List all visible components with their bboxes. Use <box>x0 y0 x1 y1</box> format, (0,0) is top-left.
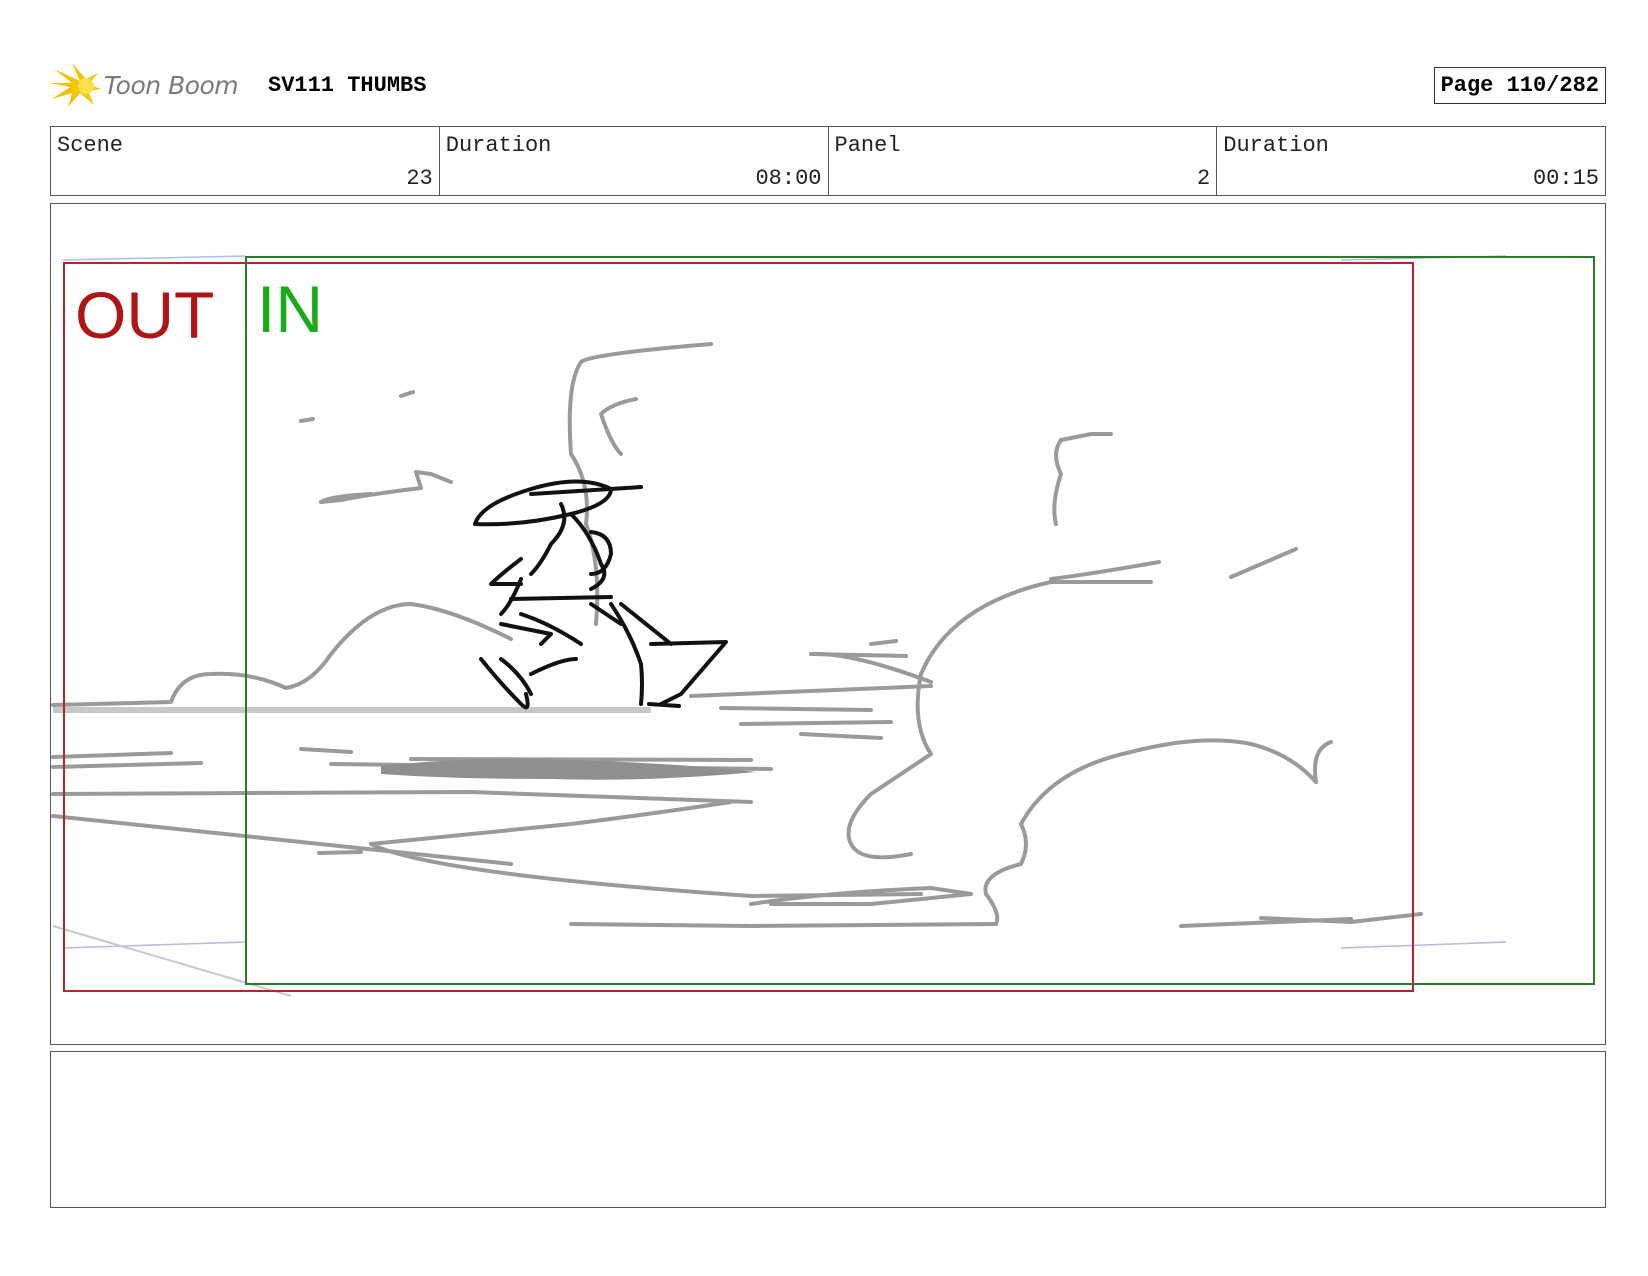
scene-value: 23 <box>406 166 433 191</box>
logo-text: Toon Boom <box>104 70 239 100</box>
panel-duration-value: 00:15 <box>1532 166 1599 191</box>
scene-duration-value: 08:00 <box>755 166 822 191</box>
panel-duration-cell: Duration 00:15 <box>1217 127 1605 195</box>
document-title: SV111 THUMBS <box>268 73 427 98</box>
panel-cell: Panel 2 <box>829 127 1218 195</box>
in-frame <box>245 256 1595 985</box>
panel-duration-label: Duration <box>1223 133 1329 158</box>
out-label: OUT <box>75 278 215 352</box>
scene-label: Scene <box>57 133 124 158</box>
notes-box[interactable] <box>50 1051 1606 1208</box>
scene-duration-label: Duration <box>445 133 552 158</box>
scene-cell: Scene 23 <box>51 127 440 195</box>
scene-info-table: Scene 23 Duration 08:00 Panel 2 Duration… <box>50 126 1606 196</box>
scene-duration-cell: Duration 08:00 <box>440 127 829 195</box>
starburst-logo-icon <box>50 63 102 107</box>
toon-boom-logo: Toon Boom <box>50 59 250 111</box>
in-label: IN <box>257 272 323 346</box>
panel-value: 2 <box>1197 166 1211 191</box>
storyboard-header: Toon Boom SV111 THUMBS Page 110/282 <box>50 55 1606 115</box>
page-indicator: Page 110/282 <box>1433 67 1606 104</box>
panel-label: Panel <box>834 133 901 158</box>
storyboard-panel: OUT IN <box>50 203 1606 1045</box>
